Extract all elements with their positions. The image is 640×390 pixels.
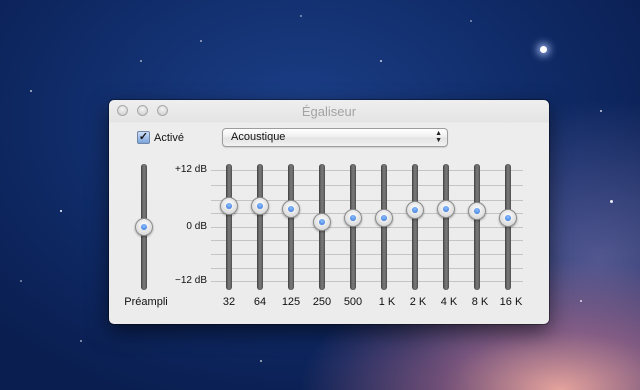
scale-label-bottom: −12 dB <box>175 275 207 286</box>
slider-knob[interactable] <box>220 196 238 215</box>
slider-knob[interactable] <box>135 218 153 236</box>
band-slider-64[interactable] <box>251 164 269 290</box>
slider-track <box>505 164 511 290</box>
slider-knob[interactable] <box>313 213 331 232</box>
slider-track <box>257 164 263 290</box>
scale-label-middle: 0 dB <box>186 221 207 232</box>
band-slider-1k[interactable] <box>375 164 393 290</box>
slider-track <box>350 164 356 290</box>
preset-popup[interactable]: Acoustique ▲ ▼ <box>222 128 448 147</box>
title-bar[interactable]: Égaliseur <box>109 100 549 122</box>
window-title: Égaliseur <box>301 104 357 119</box>
slider-knob[interactable] <box>344 208 362 227</box>
enabled-checkbox-row[interactable]: ✓ Activé <box>137 131 184 144</box>
band-slider-500[interactable] <box>344 164 362 290</box>
slider-track <box>412 164 418 290</box>
band-slider-125[interactable] <box>282 164 300 290</box>
equalizer-window: Égaliseur ✓ Activé Acoustique ▲ ▼ +12 dB … <box>109 100 549 324</box>
enabled-checkbox[interactable]: ✓ <box>137 131 150 144</box>
slider-knob[interactable] <box>406 201 424 220</box>
slider-knob[interactable] <box>282 199 300 218</box>
preset-popup-value: Acoustique <box>231 131 286 143</box>
scale-label-top: +12 dB <box>175 164 207 175</box>
slider-knob[interactable] <box>251 196 269 215</box>
band-slider-2k[interactable] <box>406 164 424 290</box>
band-slider-8k[interactable] <box>468 164 486 290</box>
band-slider-4k[interactable] <box>437 164 455 290</box>
slider-knob[interactable] <box>375 209 393 228</box>
slider-knob[interactable] <box>468 202 486 221</box>
band-slider-32[interactable] <box>220 164 238 290</box>
band-slider-250[interactable] <box>313 164 331 290</box>
slider-knob[interactable] <box>437 200 455 219</box>
slider-track <box>288 164 294 290</box>
slider-track <box>443 164 449 290</box>
band-slider-16k[interactable] <box>499 164 517 290</box>
updown-arrows-icon: ▲ ▼ <box>435 130 442 144</box>
preamp-label: Préampli <box>124 296 168 308</box>
slider-track <box>474 164 480 290</box>
enabled-checkbox-label[interactable]: Activé <box>154 132 184 144</box>
slider-track <box>226 164 232 290</box>
preamp-slider[interactable] <box>135 164 153 290</box>
slider-knob[interactable] <box>499 208 517 227</box>
band-label-16k: 16 K <box>499 296 523 308</box>
